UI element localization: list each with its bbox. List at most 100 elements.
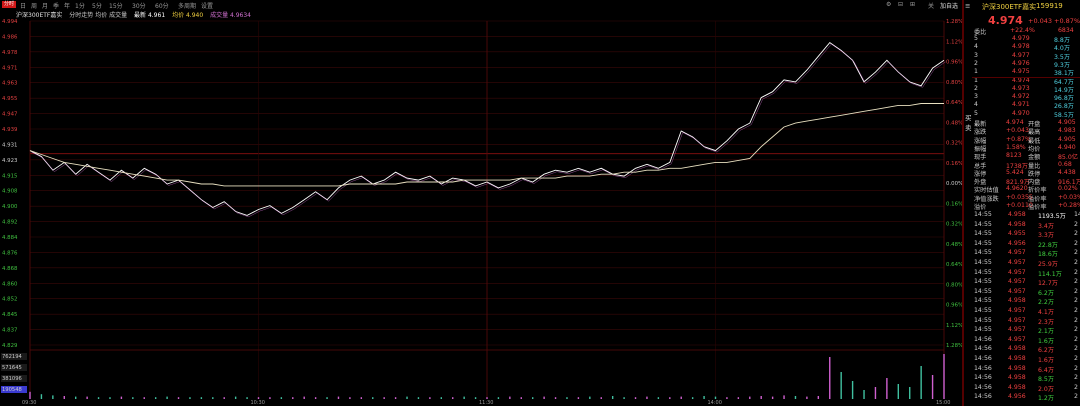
y-left-tick: 4.963	[2, 81, 17, 87]
volume-bar	[691, 397, 694, 399]
bid-row: 3 4.972 96.8万	[972, 93, 1080, 102]
tick-time: 14:56	[974, 335, 992, 343]
y-right-tick: 0.32%	[946, 222, 962, 228]
tick-price: 4.956	[1008, 393, 1026, 401]
volume-bar	[257, 397, 260, 399]
tick-volume: 4.1万	[1038, 309, 1055, 316]
stat-value: +0.043	[1006, 127, 1029, 135]
volume-bar	[63, 396, 65, 399]
tick-price: 4.955	[1008, 230, 1026, 238]
side-tab-strip[interactable]: ≡ 买 卖	[965, 0, 972, 406]
volume-bar	[97, 397, 100, 399]
tick-price: 4.956	[1008, 239, 1026, 247]
volume-bar	[394, 397, 397, 399]
volume-bar	[589, 396, 591, 399]
y-left-tick: 4.852	[2, 297, 17, 303]
book-level: 1	[974, 68, 978, 76]
stat-value: 4.905	[1058, 135, 1076, 143]
y-right-tick: 0.64%	[946, 100, 962, 106]
volume-tick: 571645	[2, 365, 22, 371]
book-price: 4.978	[1012, 43, 1030, 51]
tick-time: 14:55	[974, 249, 992, 257]
tick-count: 2	[1074, 287, 1078, 295]
tick-count: 2	[1074, 335, 1078, 343]
tick-volume: 6.2万	[1038, 289, 1055, 297]
tick-time: 14:55	[974, 259, 992, 266]
quote-code: 159919	[1036, 2, 1063, 10]
volume-bar	[314, 397, 317, 399]
tick-count: 2	[1074, 268, 1078, 276]
tick-time: 14:55	[974, 307, 992, 314]
volume-bar	[200, 397, 203, 399]
tick-price: 4.958	[1008, 220, 1026, 228]
y-left-tick: 4.868	[2, 266, 18, 272]
tick-row: 14:55 4.958 2.2万 2	[972, 297, 1080, 306]
tick-price: 4.957	[1008, 335, 1026, 343]
intraday-chart[interactable]: 4.994 4.986 4.978 4.971 4.963 4.955 4.947 4.939…	[0, 0, 962, 406]
volume-bar	[474, 397, 477, 399]
stat-value: 8123	[1006, 152, 1022, 160]
stat-row: 现手 8123 金额 85.0亿	[972, 152, 1080, 161]
volume-bar	[554, 397, 557, 399]
volume-bar	[760, 396, 762, 399]
volume-tick: 381096	[2, 376, 22, 382]
volume-bar	[863, 390, 865, 399]
volume-bar	[166, 396, 168, 399]
y-left-tick: 4.860	[2, 281, 18, 287]
tick-volume: 25.9万	[1038, 261, 1058, 268]
tick-time: 14:56	[974, 355, 992, 362]
volume-bar	[189, 397, 191, 399]
y-left-tick: 4.892	[2, 220, 17, 226]
tick-row: 14:56 4.957 1.6万 2	[972, 336, 1080, 345]
tick-row: 14:56 4.956 1.2万 2	[972, 393, 1080, 402]
volume-bar	[806, 396, 808, 399]
tick-time: 14:55	[974, 326, 992, 334]
tick-count: 2	[1074, 364, 1078, 372]
volume-bar	[223, 397, 225, 399]
y-left-tick: 4.915	[2, 173, 17, 179]
stat-row: 振幅 1.58% 均价 4.940	[972, 144, 1080, 153]
volume-bar	[212, 397, 214, 399]
volume-bar	[337, 396, 340, 399]
tick-count: 2	[1074, 355, 1078, 362]
ask-row: 2 4.976 9.3万	[972, 60, 1080, 69]
book-volume: 58.5万	[1054, 111, 1074, 119]
volume-bar	[75, 396, 77, 399]
tick-price: 4.958	[1008, 364, 1026, 372]
tick-time: 14:55	[974, 297, 992, 305]
tick-price: 4.957	[1008, 259, 1026, 266]
tick-row: 14:55 4.955 3.3万 2	[972, 230, 1080, 239]
volume-bar	[543, 396, 545, 399]
volume-bar	[372, 397, 374, 399]
tick-time: 14:55	[974, 316, 992, 324]
volume-bar	[29, 391, 31, 399]
volume-bar	[726, 397, 728, 399]
tick-count: 2	[1074, 326, 1078, 334]
tick-row: 14:55 4.958 3.4万 2	[972, 221, 1080, 230]
tick-time: 14:56	[974, 393, 992, 401]
y-right-tick: 1.28%	[946, 19, 962, 25]
volume-bar	[623, 397, 625, 399]
book-level: 1	[974, 76, 978, 84]
tick-count: 2	[1074, 297, 1078, 305]
y-left-tick: 4.837	[2, 328, 17, 334]
book-level: 5	[974, 109, 978, 117]
volume-bar	[532, 397, 534, 399]
volume-bar	[577, 397, 580, 399]
volume-bar	[611, 396, 614, 399]
tick-volume: 3.3万	[1038, 232, 1055, 240]
tick-time: 14:55	[974, 287, 992, 295]
volume-bar	[383, 397, 385, 399]
volume-bar	[234, 396, 237, 399]
stat-label: 溢价率	[1028, 204, 1047, 211]
tick-price: 4.958	[1008, 211, 1026, 218]
volume-bar	[360, 397, 363, 399]
stat-value: 4.438	[1058, 168, 1076, 176]
volume-bar	[406, 396, 408, 399]
book-price: 4.973	[1012, 84, 1030, 92]
volume-bar	[749, 396, 751, 399]
tick-row: 14:55 4.957 12.7万 2	[972, 278, 1080, 287]
tick-row: 14:56 4.958 6.4万 2	[972, 365, 1080, 374]
y-right-tick: 1.12%	[946, 39, 962, 45]
volume-tick: 190548	[2, 387, 22, 393]
